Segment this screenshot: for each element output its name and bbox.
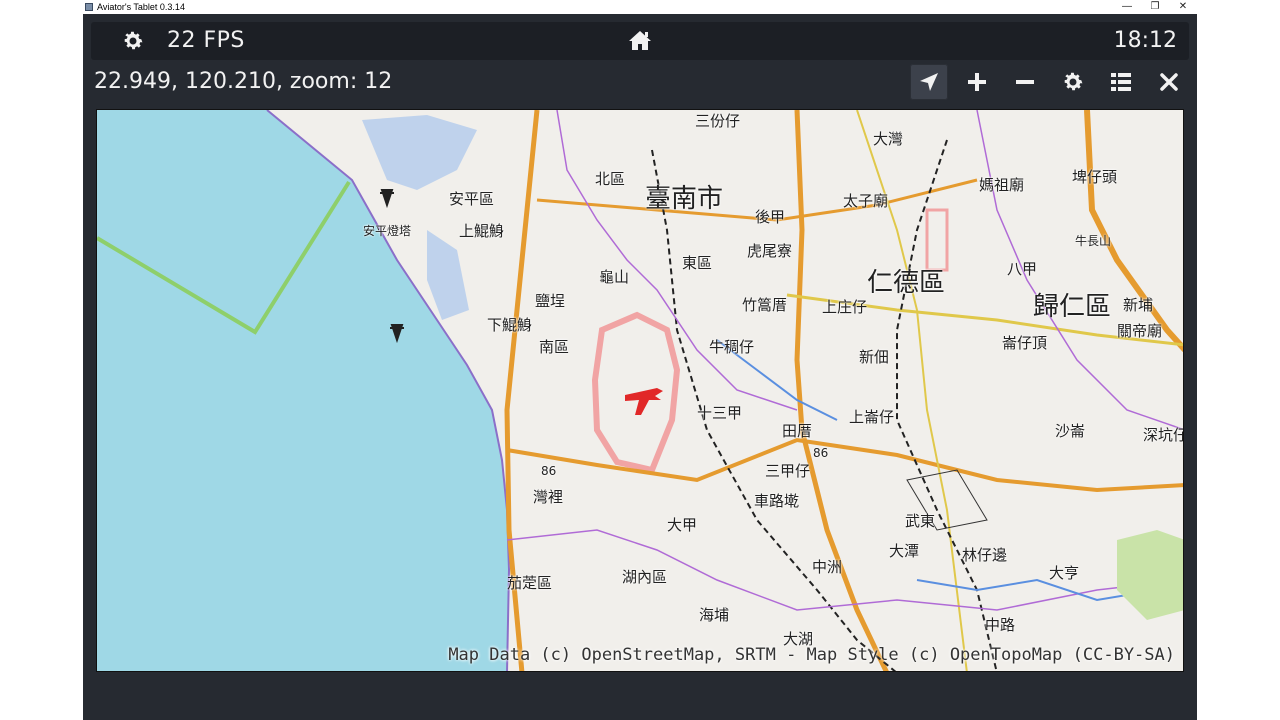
coordinates-readout: 22.949, 120.210, zoom: 12	[94, 69, 393, 94]
place-label: 東區	[682, 254, 713, 272]
place-label: 北區	[595, 170, 626, 188]
place-label: 田厝	[782, 422, 813, 440]
place-label: 大甲	[667, 516, 698, 534]
place-label: 媽祖廟	[979, 176, 1025, 194]
map-attribution: Map Data (c) OpenStreetMap, SRTM - Map S…	[448, 645, 1175, 665]
plus-icon	[968, 73, 986, 91]
app-window: 22 FPS 18:12 22.949, 120.210, zoom: 12 臺…	[83, 14, 1197, 720]
place-label: 新埔	[1123, 296, 1154, 314]
place-label: 安平區	[449, 190, 495, 208]
place-label: 仁德區	[867, 268, 946, 298]
place-label: 林仔邊	[962, 546, 1008, 564]
place-label: 歸仁區	[1033, 292, 1112, 322]
place-label: 崙仔頂	[1002, 334, 1048, 352]
fps-counter: 22 FPS	[167, 28, 245, 53]
app-icon	[85, 3, 93, 11]
place-label: 三份仔	[695, 112, 741, 130]
place-label: 上鯤鯓	[459, 222, 505, 240]
place-label: 中路	[985, 616, 1016, 634]
place-label: 竹篙厝	[742, 296, 788, 314]
place-label: 牛長山	[1075, 234, 1112, 248]
place-label: 上崙仔	[849, 408, 895, 426]
place-label: 中洲	[812, 558, 843, 576]
place-label: 牛稠仔	[709, 338, 755, 356]
road-number-label: 86	[813, 446, 829, 460]
place-label: 安平燈塔	[363, 224, 412, 238]
place-label: 湖內區	[622, 568, 668, 586]
window-close-button[interactable]: ✕	[1169, 0, 1197, 14]
place-label: 沙崙	[1055, 422, 1086, 440]
place-label: 臺南市	[645, 184, 724, 214]
place-label: 大潭	[889, 542, 920, 560]
clock: 18:12	[1113, 28, 1177, 53]
map-toolbar: 22.949, 120.210, zoom: 12	[83, 64, 1197, 108]
place-label: 上庄仔	[822, 298, 868, 316]
place-label: 鹽埕	[535, 292, 566, 310]
place-label: 武東	[905, 512, 936, 530]
locate-arrow-icon	[920, 73, 938, 91]
layers-list-button[interactable]	[1102, 64, 1140, 100]
restore-button[interactable]: ❐	[1141, 0, 1169, 14]
road-number-label: 86	[541, 464, 557, 478]
place-label: 車路墘	[754, 492, 800, 510]
locate-arrow-button[interactable]	[910, 64, 948, 100]
minus-icon	[1016, 80, 1034, 84]
map-settings-button[interactable]	[1054, 64, 1092, 100]
window-title: Aviator's Tablet 0.3.14	[97, 2, 185, 12]
close-map-button[interactable]	[1150, 64, 1188, 100]
place-label: 八甲	[1007, 260, 1038, 278]
home-icon[interactable]	[627, 28, 653, 54]
bottom-bar	[83, 676, 1197, 720]
map-view[interactable]: 臺南市 仁德區 歸仁區 安平區 安平燈塔 北區 東區 南區 鹽埕 上鯤鯓 下鯤鯓…	[96, 109, 1184, 672]
place-label: 南區	[539, 338, 570, 356]
place-label: 埤仔頭	[1072, 168, 1118, 186]
gear-icon	[1064, 72, 1083, 91]
place-label: 龜山	[599, 268, 630, 286]
place-label: 下鯤鯓	[487, 316, 533, 334]
list-icon	[1111, 73, 1131, 91]
place-label: 大亨	[1049, 564, 1080, 582]
place-label: 虎尾寮	[747, 242, 793, 260]
zoom-out-button[interactable]	[1006, 64, 1044, 100]
place-label: 灣裡	[533, 488, 564, 506]
place-label: 新佃	[859, 348, 890, 366]
place-label: 十三甲	[697, 404, 743, 422]
zoom-in-button[interactable]	[958, 64, 996, 100]
minimize-button[interactable]: —	[1113, 0, 1141, 14]
place-label: 大灣	[873, 130, 904, 148]
window-titlebar: Aviator's Tablet 0.3.14 — ❐ ✕	[83, 0, 1197, 14]
place-label: 關帝廟	[1117, 322, 1163, 340]
status-bar: 22 FPS 18:12	[91, 22, 1189, 60]
place-label: 三甲仔	[765, 462, 811, 480]
place-label: 深坑仔	[1143, 426, 1184, 444]
settings-gear-icon[interactable]	[121, 29, 145, 53]
place-label: 海埔	[699, 606, 730, 624]
close-icon	[1160, 73, 1178, 91]
place-label: 茄萣區	[507, 574, 553, 592]
place-label: 太子廟	[843, 192, 889, 210]
place-label: 後甲	[755, 208, 786, 226]
